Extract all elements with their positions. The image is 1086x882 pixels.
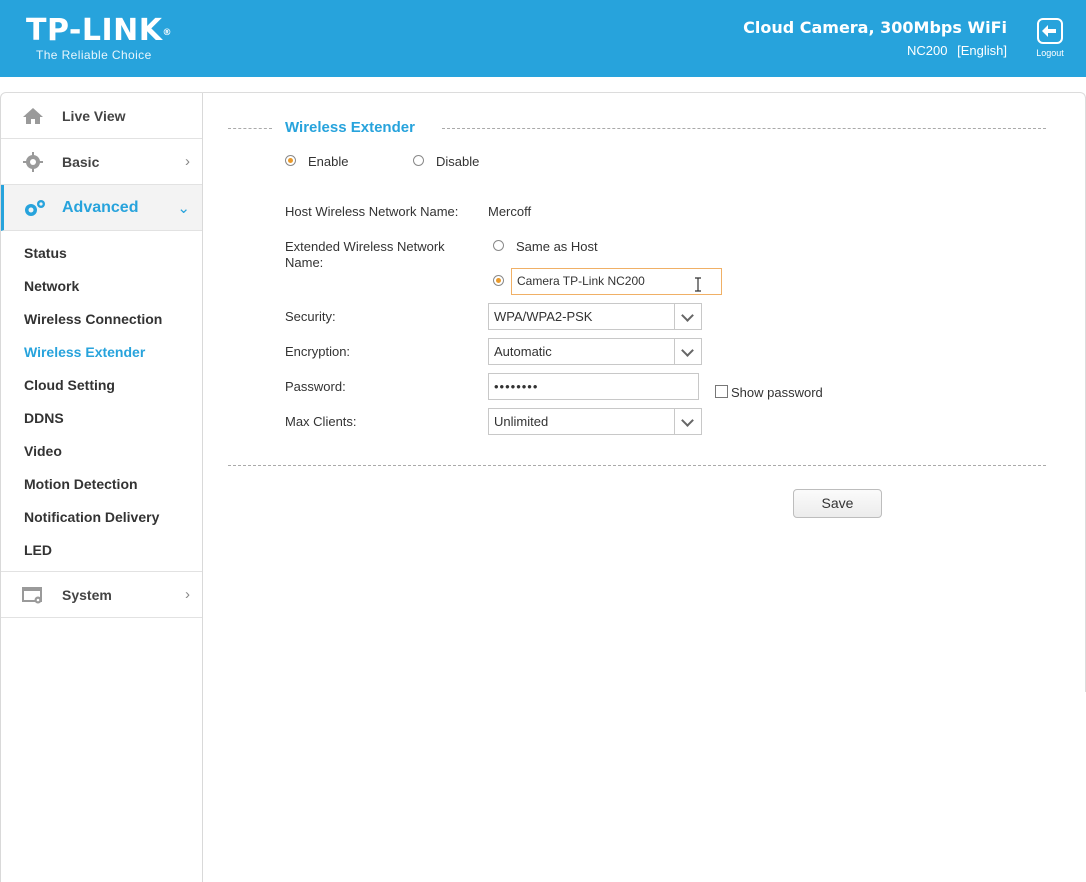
sidebar-item-status[interactable]: Status	[1, 237, 202, 270]
enable-radio[interactable]	[285, 155, 296, 166]
custom-name-radio[interactable]	[493, 275, 504, 286]
sidebar-item-network[interactable]: Network	[1, 270, 202, 303]
encryption-select[interactable]: Automatic	[488, 338, 702, 365]
password-label: Password:	[285, 379, 346, 394]
advanced-gears-icon	[21, 198, 45, 218]
encryption-label: Encryption:	[285, 344, 351, 359]
sidebar-item-notification-delivery[interactable]: Notification Delivery	[1, 501, 202, 534]
chevron-down-icon: ⌄	[177, 199, 190, 217]
extended-network-name-value: Camera TP-Link NC200	[517, 274, 645, 288]
logout-icon	[1037, 18, 1063, 44]
security-value: WPA/WPA2-PSK	[494, 309, 593, 324]
nav-live-view[interactable]: Live View	[1, 93, 202, 139]
security-label: Security:	[285, 309, 336, 324]
max-clients-label: Max Clients:	[285, 414, 357, 429]
sidebar: Live View Basic › Advanced ⌄ Status Netwo…	[0, 92, 203, 882]
save-button[interactable]: Save	[793, 489, 882, 518]
sidebar-item-ddns[interactable]: DDNS	[1, 402, 202, 435]
chevron-down-icon	[674, 304, 701, 329]
chevron-down-icon	[674, 339, 701, 364]
password-value: ••••••••	[494, 379, 539, 394]
tp-link-logo: TP-LINK® The Reliable Choice	[26, 13, 173, 63]
divider	[228, 465, 1046, 466]
divider	[442, 128, 1046, 129]
max-clients-select[interactable]: Unlimited	[488, 408, 702, 435]
nav-system-label: System	[62, 586, 112, 603]
disable-radio[interactable]	[413, 155, 424, 166]
section-title: Wireless Extender	[285, 119, 415, 136]
nav-advanced[interactable]: Advanced ⌄	[1, 185, 202, 231]
show-password-label[interactable]: Show password	[731, 385, 823, 400]
system-window-icon	[21, 585, 45, 605]
chevron-down-icon	[674, 409, 701, 434]
divider	[228, 128, 272, 129]
show-password-checkbox[interactable]	[715, 385, 728, 398]
nav-system[interactable]: System ›	[1, 572, 202, 618]
logout-label: Logout	[1036, 48, 1064, 58]
sidebar-item-led[interactable]: LED	[1, 534, 202, 567]
product-info: Cloud Camera, 300Mbps WiFi NC200 [Englis…	[743, 18, 1007, 58]
security-select[interactable]: WPA/WPA2-PSK	[488, 303, 702, 330]
language-selector[interactable]: [English]	[957, 43, 1007, 58]
nav-basic[interactable]: Basic ›	[1, 139, 202, 185]
sidebar-item-motion-detection[interactable]: Motion Detection	[1, 468, 202, 501]
sidebar-item-video[interactable]: Video	[1, 435, 202, 468]
enable-label[interactable]: Enable	[308, 154, 348, 169]
advanced-submenu: Status Network Wireless Connection Wireless…	[1, 231, 202, 572]
max-clients-value: Unlimited	[494, 414, 549, 429]
top-header: TP-LINK® The Reliable Choice Cloud Camer…	[0, 0, 1086, 77]
product-name: Cloud Camera, 300Mbps WiFi	[743, 18, 1007, 37]
extended-network-name-input[interactable]: Camera TP-Link NC200	[511, 268, 722, 295]
host-network-name-value: Mercoff	[488, 204, 532, 219]
password-input[interactable]: ••••••••	[488, 373, 699, 400]
logo-text: TP-LINK	[26, 13, 163, 48]
same-as-host-label[interactable]: Same as Host	[516, 239, 598, 254]
nav-live-view-label: Live View	[62, 107, 126, 124]
nav-advanced-label: Advanced	[62, 198, 139, 216]
extended-network-name-label: Extended Wireless Network Name:	[285, 239, 445, 270]
nav-basic-label: Basic	[62, 153, 100, 170]
disable-label[interactable]: Disable	[436, 154, 479, 169]
sidebar-item-cloud-setting[interactable]: Cloud Setting	[1, 369, 202, 402]
host-network-name-label: Host Wireless Network Name:	[285, 204, 459, 219]
logo-tagline: The Reliable Choice	[36, 48, 152, 62]
gear-icon	[21, 152, 45, 172]
chevron-right-icon: ›	[185, 586, 190, 603]
sidebar-item-wireless-extender[interactable]: Wireless Extender	[1, 336, 202, 369]
same-as-host-radio[interactable]	[493, 240, 504, 251]
chevron-right-icon: ›	[185, 153, 190, 170]
model-name: NC200	[907, 43, 948, 58]
section-header: Wireless Extender	[228, 117, 1046, 139]
home-icon	[21, 106, 45, 126]
logout-button[interactable]: Logout	[1031, 18, 1069, 58]
encryption-value: Automatic	[494, 344, 552, 359]
text-cursor-icon	[695, 277, 701, 292]
logo-registered-mark: ®	[162, 28, 173, 38]
sidebar-item-wireless-connection[interactable]: Wireless Connection	[1, 303, 202, 336]
